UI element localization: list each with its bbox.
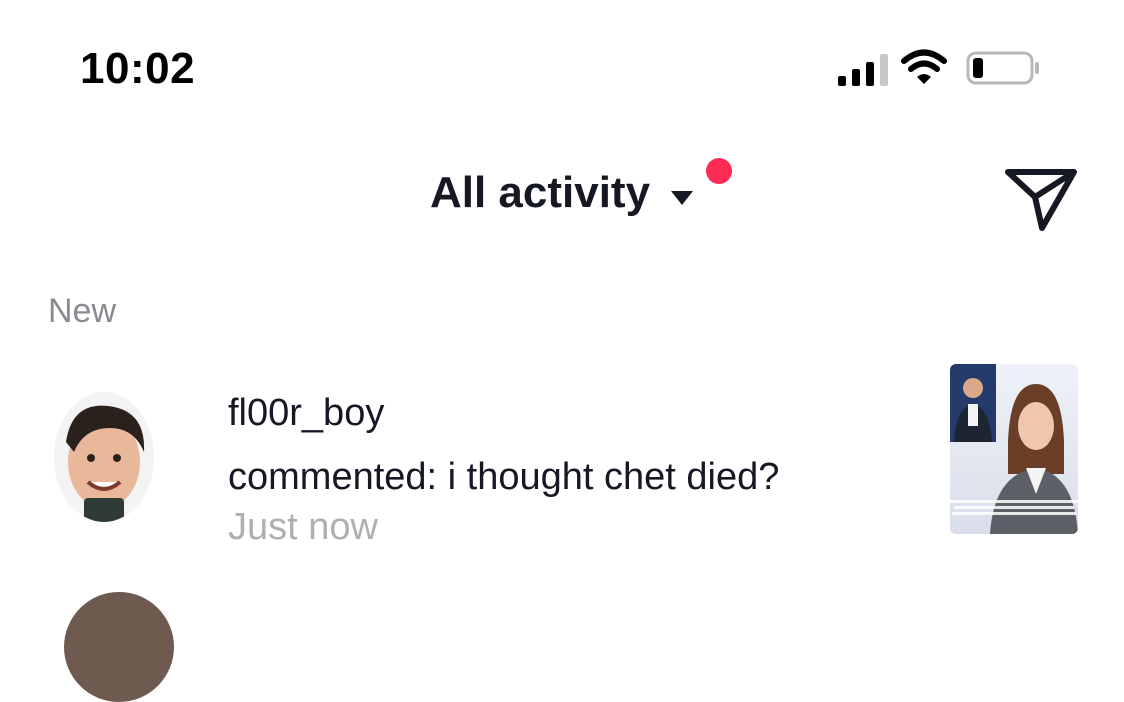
avatar[interactable] bbox=[54, 392, 154, 522]
comment-text: commented: i thought chet died? bbox=[228, 456, 780, 498]
username[interactable]: fl00r_boy bbox=[228, 392, 384, 435]
avatar[interactable] bbox=[64, 592, 174, 702]
activity-filter-dropdown[interactable]: All activity bbox=[0, 168, 1124, 218]
send-icon[interactable] bbox=[1004, 166, 1078, 232]
page-title: All activity bbox=[429, 168, 651, 217]
video-thumbnail[interactable] bbox=[950, 364, 1078, 534]
signal-icon bbox=[838, 54, 888, 86]
caret-down-icon bbox=[671, 191, 694, 205]
battery-icon bbox=[966, 51, 1039, 85]
section-label-new: New bbox=[48, 292, 117, 330]
status-time: 10:02 bbox=[80, 44, 196, 93]
unread-dot bbox=[706, 158, 732, 184]
notification-row[interactable]: fl00r_boy commented: i thought chet died… bbox=[0, 362, 1124, 552]
timestamp: Just now bbox=[228, 506, 378, 548]
wifi-icon bbox=[901, 49, 947, 84]
